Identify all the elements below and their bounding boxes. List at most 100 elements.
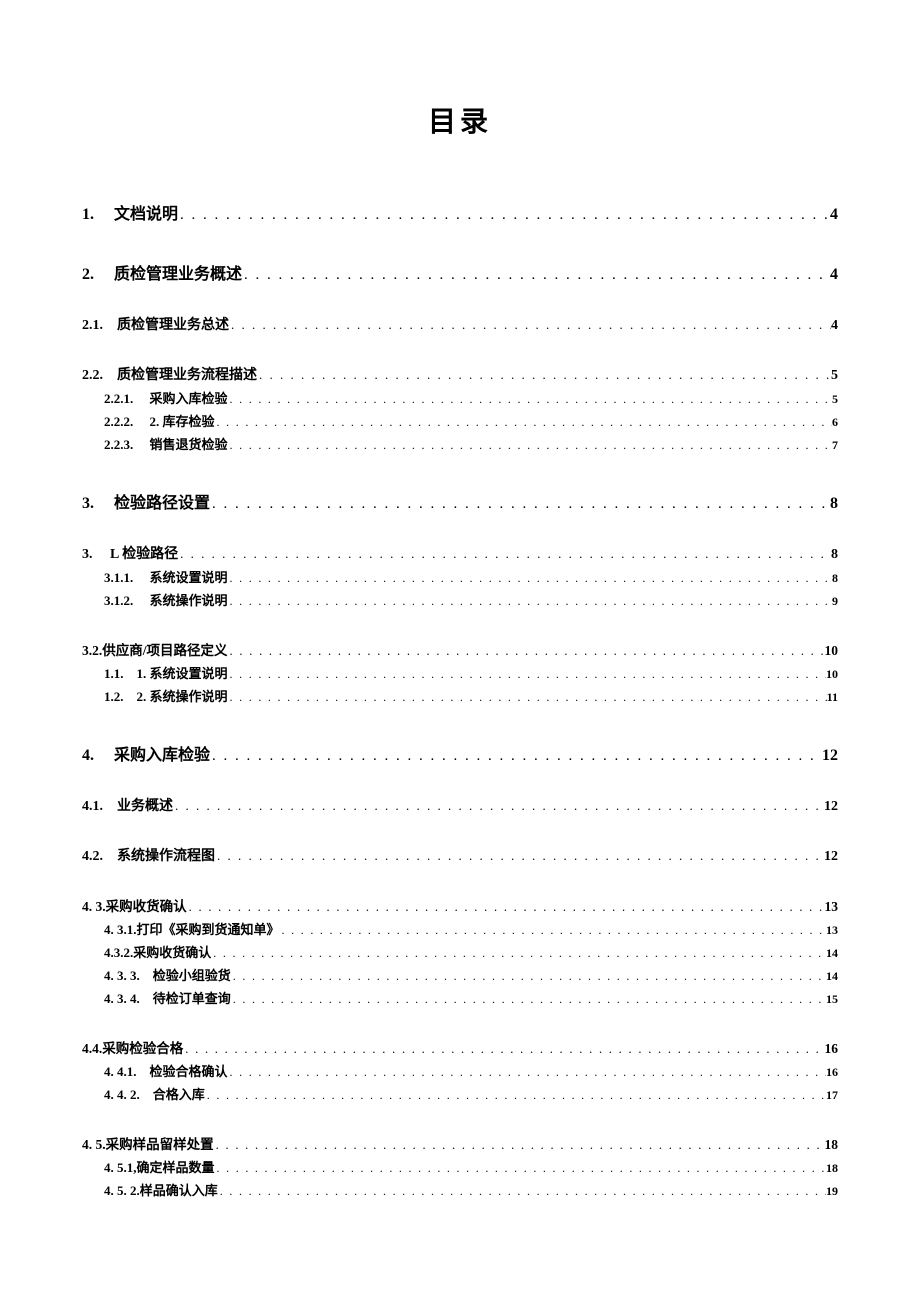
toc-number: 4. (82, 747, 94, 765)
toc-page-number: 11 (827, 690, 838, 705)
toc-gap (140, 991, 153, 1007)
toc-text: 1. 系统设置说明 (137, 663, 228, 682)
toc-gap (137, 1064, 150, 1080)
toc-gap (124, 666, 137, 682)
toc-text: 质检管理业务总述 (117, 314, 229, 334)
toc-text: 待检订单查询 (153, 988, 231, 1007)
toc-page-number: 8 (832, 571, 838, 586)
toc-text: 样品确认入库 (140, 1180, 218, 1199)
toc-page-number: 16 (826, 1065, 838, 1080)
toc-gap (124, 689, 137, 705)
toc-text: 采购收货确认 (133, 942, 211, 961)
toc-leader-dots: . . . . . . . . . . . . . . . . . . . . … (228, 644, 825, 659)
toc-entry: 4.3.2.采购收货确认 . . . . . . . . . . . . . .… (82, 942, 838, 961)
toc-text: 质检管理业务概述 (114, 260, 242, 284)
toc-gap (133, 593, 149, 609)
toc-page-number: 16 (825, 1041, 839, 1057)
toc-entry: 4.1. 业务概述 . . . . . . . . . . . . . . . … (82, 795, 838, 815)
toc-number: 3.2. (82, 643, 102, 659)
toc-page-number: 18 (825, 1137, 839, 1153)
toc-leader-dots: . . . . . . . . . . . . . . . . . . . . … (214, 1138, 825, 1153)
toc-gap (133, 391, 149, 407)
toc-text: 采购样品留样处置 (106, 1133, 214, 1153)
toc-text: 采购检验合格 (102, 1037, 183, 1057)
toc-gap (103, 849, 117, 865)
toc-leader-dots: . . . . . . . . . . . . . . . . . . . . … (280, 923, 826, 938)
toc-text: 检验路径设置 (114, 489, 210, 513)
toc-page-number: 18 (826, 1161, 838, 1176)
toc-leader-dots: . . . . . . . . . . . . . . . . . . . . … (215, 1161, 826, 1176)
toc-page-number: 10 (826, 667, 838, 682)
toc-number: 2. (82, 266, 94, 284)
toc-leader-dots: . . . . . . . . . . . . . . . . . . . . … (228, 594, 832, 609)
toc-leader-dots: . . . . . . . . . . . . . . . . . . . . … (215, 848, 824, 864)
toc-entry: 4. 5.1,确定样品数量 . . . . . . . . . . . . . … (82, 1157, 838, 1176)
toc-leader-dots: . . . . . . . . . . . . . . . . . . . . … (228, 690, 827, 705)
toc-text: 采购入库检验 (114, 741, 210, 765)
toc-page-number: 12 (824, 849, 838, 865)
toc-entry: 3. 检验路径设置 . . . . . . . . . . . . . . . … (82, 489, 838, 513)
toc-text: 确定样品数量 (137, 1157, 215, 1176)
toc-page-number: 8 (831, 547, 838, 563)
toc-text: 2. 库存检验 (150, 411, 215, 430)
toc-text: 打印《采购到货通知单》 (137, 919, 280, 938)
toc-number: 3. (82, 547, 93, 563)
toc-entry: 3. L 检验路径 . . . . . . . . . . . . . . . … (82, 543, 838, 563)
toc-leader-dots: . . . . . . . . . . . . . . . . . . . . … (187, 900, 825, 915)
toc-number: 3.1.2. (104, 593, 133, 609)
toc-entry: 1.1. 1. 系统设置说明 . . . . . . . . . . . . .… (82, 663, 838, 682)
toc-leader-dots: . . . . . . . . . . . . . . . . . . . . … (228, 1065, 826, 1080)
toc-number: 4. 5.1, (104, 1160, 137, 1176)
toc-number: 1.2. (104, 689, 124, 705)
toc-text: 采购入库检验 (150, 388, 228, 407)
toc-page-number: 9 (832, 594, 838, 609)
toc-entry: 4. 3.1. 打印《采购到货通知单》 . . . . . . . . . . … (82, 919, 838, 938)
toc-page-number: 5 (831, 368, 838, 384)
toc-leader-dots: . . . . . . . . . . . . . . . . . . . . … (178, 546, 831, 562)
toc-entry: 4.2. 系统操作流程图 . . . . . . . . . . . . . .… (82, 845, 838, 865)
toc-entry: 4.4.采购检验合格 . . . . . . . . . . . . . . .… (82, 1037, 838, 1057)
toc-number: 2.2. (82, 368, 103, 384)
toc-leader-dots: . . . . . . . . . . . . . . . . . . . . … (231, 992, 826, 1007)
toc-gap (94, 266, 114, 284)
toc-page-number: 13 (826, 923, 838, 938)
toc-leader-dots: . . . . . . . . . . . . . . . . . . . . … (228, 667, 826, 682)
toc-page: 目录 1. 文档说明 . . . . . . . . . . . . . . .… (0, 0, 920, 1199)
toc-text: 合格入库 (153, 1084, 205, 1103)
toc-gap (103, 799, 117, 815)
toc-page-number: 19 (826, 1184, 838, 1199)
toc-entry: 4. 4. 2. 合格入库 . . . . . . . . . . . . . … (82, 1084, 838, 1103)
toc-page-number: 4 (831, 318, 838, 334)
toc-leader-dots: . . . . . . . . . . . . . . . . . . . . … (173, 798, 824, 814)
toc-text: 文档说明 (114, 200, 178, 224)
toc-gap (140, 968, 153, 984)
toc-entry: 4. 3. 3. 检验小组验货 . . . . . . . . . . . . … (82, 965, 838, 984)
toc-page-number: 14 (826, 946, 838, 961)
toc-leader-dots: . . . . . . . . . . . . . . . . . . . . … (218, 1184, 826, 1199)
toc-gap (94, 495, 114, 513)
toc-entry: 1. 文档说明 . . . . . . . . . . . . . . . . … (82, 200, 838, 224)
toc-gap (103, 368, 117, 384)
toc-entry: 4. 4.1. 检验合格确认 . . . . . . . . . . . . .… (82, 1061, 838, 1080)
toc-page-number: 4 (830, 266, 838, 284)
toc-container: 1. 文档说明 . . . . . . . . . . . . . . . . … (82, 200, 838, 1199)
toc-entry: 4. 5. 2. 样品确认入库 . . . . . . . . . . . . … (82, 1180, 838, 1199)
toc-page-number: 10 (825, 643, 839, 659)
toc-page-number: 8 (830, 495, 838, 513)
toc-entry: 3.1.2. 系统操作说明 . . . . . . . . . . . . . … (82, 590, 838, 609)
toc-number: 4. 4. 2. (104, 1087, 140, 1103)
toc-text: 供应商/项目路径定义 (102, 639, 227, 659)
toc-text: 系统设置说明 (150, 567, 228, 586)
toc-leader-dots: . . . . . . . . . . . . . . . . . . . . … (178, 207, 830, 224)
toc-text: 系统操作流程图 (117, 845, 215, 865)
toc-entry: 4. 3. 4. 待检订单查询 . . . . . . . . . . . . … (82, 988, 838, 1007)
toc-entry: 1.2. 2. 系统操作说明 . . . . . . . . . . . . .… (82, 686, 838, 705)
toc-page-number: 14 (826, 969, 838, 984)
toc-text: 采购收货确认 (106, 895, 187, 915)
toc-leader-dots: . . . . . . . . . . . . . . . . . . . . … (205, 1088, 826, 1103)
toc-number: 3.1.1. (104, 570, 133, 586)
toc-number: 4. 3. 3. (104, 968, 140, 984)
toc-leader-dots: . . . . . . . . . . . . . . . . . . . . … (215, 415, 832, 430)
toc-gap (133, 414, 149, 430)
toc-text: 检验合格确认 (150, 1061, 228, 1080)
